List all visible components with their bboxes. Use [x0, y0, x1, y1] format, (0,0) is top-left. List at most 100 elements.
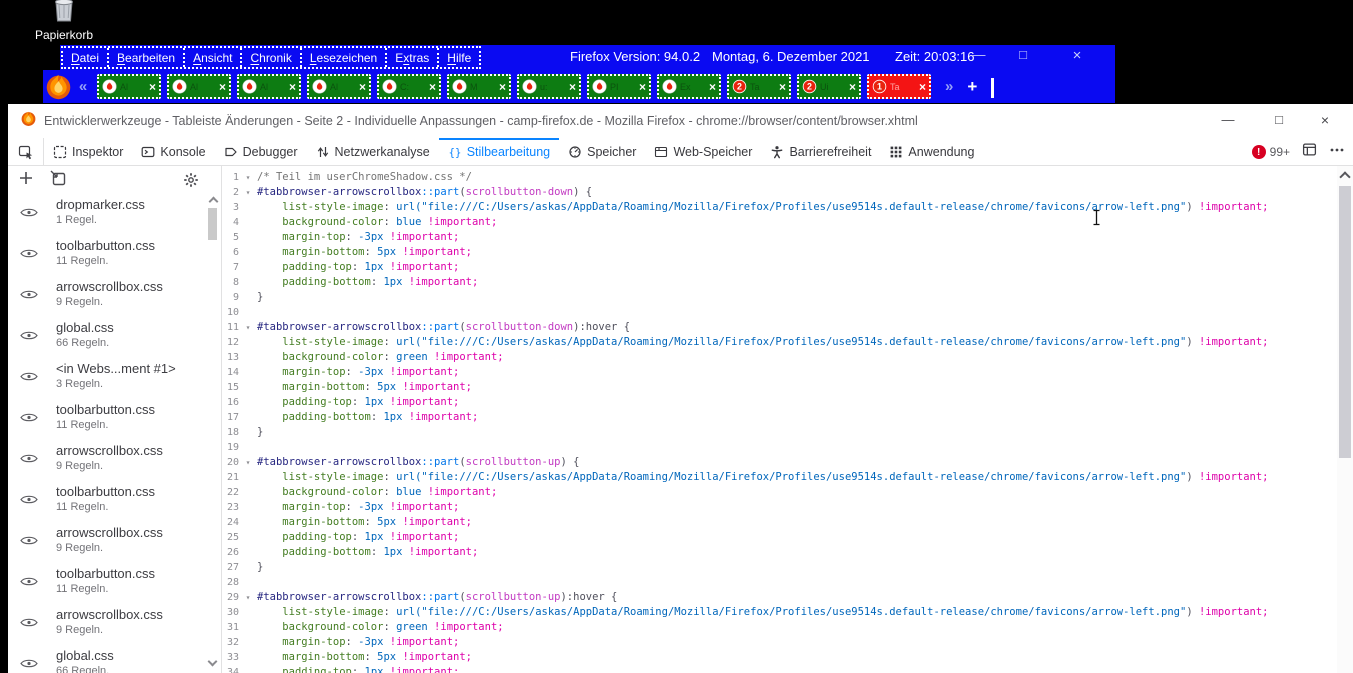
stylesheet-item[interactable]: arrowscrollbox.css9 Regeln. — [8, 278, 205, 319]
tab-close-button[interactable]: × — [219, 81, 226, 93]
maximize-button[interactable]: □ — [1269, 112, 1289, 127]
close-button[interactable]: × — [1066, 47, 1088, 64]
browser-tab-active[interactable]: 1Ta× — [867, 74, 931, 99]
stylesheet-item[interactable]: arrowscrollbox.css9 Regeln. — [8, 524, 205, 565]
scrollbar-thumb[interactable] — [208, 208, 217, 240]
fold-gutter — [239, 335, 257, 350]
devtools-tab-inspektor[interactable]: Inspektor — [44, 138, 132, 165]
scroll-tabs-right-button[interactable]: » — [945, 78, 953, 95]
devtools-tab-barrierefreiheit[interactable]: Barrierefreiheit — [761, 138, 880, 165]
stylesheet-item[interactable]: <in Webs...ment #1>3 Regeln. — [8, 360, 205, 401]
devtools-tab-speicher[interactable]: Speicher — [559, 138, 645, 165]
menu-item-hilfe[interactable]: Hilfe — [439, 48, 479, 67]
window-scrollbar[interactable] — [1337, 166, 1353, 673]
tab-close-button[interactable]: × — [849, 81, 856, 93]
fold-arrow-icon[interactable]: ▾ — [239, 590, 257, 605]
tab-close-button[interactable]: × — [289, 81, 296, 93]
menu-item-ansicht[interactable]: Ansicht — [185, 48, 242, 67]
tab-close-button[interactable]: × — [569, 81, 576, 93]
line-number: 6 — [223, 245, 239, 260]
tab-close-button[interactable]: × — [429, 81, 436, 93]
devtools-tab-anwendung[interactable]: Anwendung — [880, 138, 983, 165]
stylesheet-item[interactable]: arrowscrollbox.css9 Regeln. — [8, 606, 205, 647]
maximize-button[interactable]: □ — [1012, 47, 1034, 62]
sidebar-scrollbar[interactable] — [207, 194, 219, 673]
menu-item-chronik[interactable]: Chronik — [242, 48, 301, 67]
visibility-toggle-eye-icon[interactable] — [20, 246, 38, 264]
visibility-toggle-eye-icon[interactable] — [20, 205, 38, 223]
visibility-toggle-eye-icon[interactable] — [20, 287, 38, 305]
visibility-toggle-eye-icon[interactable] — [20, 533, 38, 551]
browser-tab[interactable]: Al× — [307, 74, 371, 99]
pick-element-button[interactable] — [8, 138, 44, 165]
tab-close-button[interactable]: × — [149, 81, 156, 93]
fold-arrow-icon[interactable]: ▾ — [239, 455, 257, 470]
scrollbar-thumb[interactable] — [1339, 186, 1351, 458]
visibility-toggle-eye-icon[interactable] — [20, 451, 38, 469]
menu-item-bearbeiten[interactable]: Bearbeiten — [109, 48, 185, 67]
scroll-tabs-left-button[interactable]: « — [75, 78, 91, 95]
css-source-editor[interactable]: 1▾/* Teil im userChromeShadow.css */2▾#t… — [223, 166, 1337, 673]
recycle-bin[interactable]: Papierkorb — [26, 0, 102, 42]
visibility-toggle-eye-icon[interactable] — [20, 369, 38, 387]
browser-tab[interactable]: 2Ta× — [727, 74, 791, 99]
gear-icon[interactable] — [183, 172, 199, 193]
visibility-toggle-eye-icon[interactable] — [20, 410, 38, 428]
import-stylesheet-button[interactable] — [50, 170, 66, 191]
stylesheet-item[interactable]: toolbarbutton.css11 Regeln. — [8, 565, 205, 606]
tab-close-button[interactable]: × — [639, 81, 646, 93]
scroll-up-icon[interactable] — [208, 197, 218, 207]
fold-arrow-icon[interactable]: ▾ — [239, 185, 257, 200]
devtools-tab-konsole[interactable]: Konsole — [132, 138, 214, 165]
fold-arrow-icon[interactable]: ▾ — [239, 170, 257, 185]
tab-close-button[interactable]: × — [499, 81, 506, 93]
minimize-button[interactable]: — — [968, 47, 990, 62]
browser-tab[interactable]: Ex× — [657, 74, 721, 99]
new-tab-button[interactable]: + — [967, 77, 977, 97]
visibility-toggle-eye-icon[interactable] — [20, 656, 38, 673]
browser-tab[interactable]: PI× — [587, 74, 651, 99]
all-tabs-button[interactable] — [991, 78, 994, 95]
menu-item-lesezeichen[interactable]: Lesezeichen — [302, 48, 387, 67]
console-icon — [141, 145, 155, 159]
devtools-tab-stilbearbeitung[interactable]: {}Stilbearbeitung — [439, 138, 559, 165]
devtools-tab-web-speicher[interactable]: Web-Speicher — [645, 138, 761, 165]
close-button[interactable]: × — [1315, 112, 1335, 128]
stylesheet-item[interactable]: toolbarbutton.css11 Regeln. — [8, 401, 205, 442]
dock-options-icon[interactable] — [1302, 142, 1317, 162]
stylesheet-item[interactable]: toolbarbutton.css11 Regeln. — [8, 237, 205, 278]
browser-tab[interactable]: Al× — [167, 74, 231, 99]
tab-close-button[interactable]: × — [359, 81, 366, 93]
browser-tab[interactable]: C:× — [377, 74, 441, 99]
browser-tab[interactable]: Al× — [97, 74, 161, 99]
menu-item-datei[interactable]: Datei — [63, 48, 109, 67]
stylesheet-item[interactable]: toolbarbutton.css11 Regeln. — [8, 483, 205, 524]
scroll-down-icon[interactable] — [208, 657, 218, 667]
menu-item-extras[interactable]: Extras — [387, 48, 439, 67]
minimize-button[interactable]: — — [1218, 112, 1238, 127]
browser-tab[interactable]: u:× — [517, 74, 581, 99]
tab-close-button[interactable]: × — [709, 81, 716, 93]
tab-close-button[interactable]: × — [779, 81, 786, 93]
scroll-up-icon[interactable] — [1339, 171, 1350, 182]
meatballs-menu-icon[interactable] — [1329, 143, 1345, 162]
browser-tab[interactable]: M× — [447, 74, 511, 99]
stylesheet-item[interactable]: dropmarker.css1 Regel. — [8, 196, 205, 237]
visibility-toggle-eye-icon[interactable] — [20, 328, 38, 346]
devtools-tab-netzwerkanalyse[interactable]: Netzwerkanalyse — [307, 138, 439, 165]
error-count-badge[interactable]: ! 99+ — [1252, 145, 1290, 159]
new-stylesheet-button[interactable] — [18, 170, 34, 191]
stylesheet-rule-count: 3 Regeln. — [56, 378, 205, 390]
visibility-toggle-eye-icon[interactable] — [20, 492, 38, 510]
stylesheet-name: global.css — [56, 319, 205, 335]
devtools-tab-debugger[interactable]: Debugger — [215, 138, 307, 165]
stylesheet-item[interactable]: global.css66 Regeln. — [8, 319, 205, 360]
stylesheet-item[interactable]: arrowscrollbox.css9 Regeln. — [8, 442, 205, 483]
fold-arrow-icon[interactable]: ▾ — [239, 320, 257, 335]
tab-close-button[interactable]: × — [919, 81, 926, 93]
visibility-toggle-eye-icon[interactable] — [20, 574, 38, 592]
browser-tab[interactable]: 2Ui× — [797, 74, 861, 99]
visibility-toggle-eye-icon[interactable] — [20, 615, 38, 633]
stylesheet-item[interactable]: global.css66 Regeln. — [8, 647, 205, 673]
browser-tab[interactable]: Al× — [237, 74, 301, 99]
